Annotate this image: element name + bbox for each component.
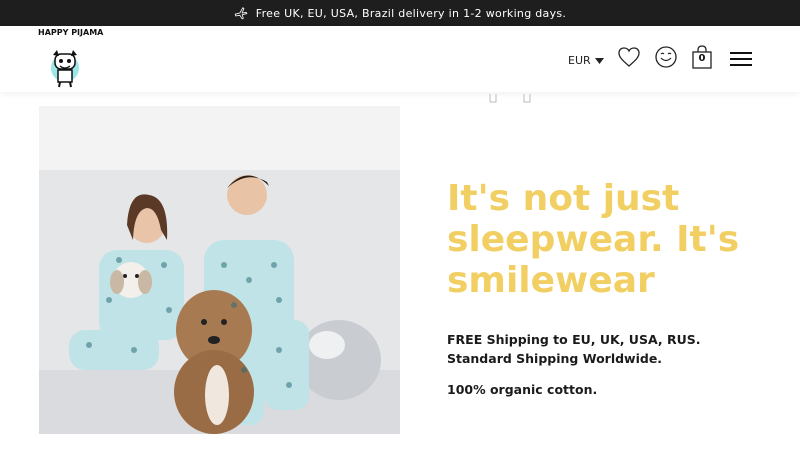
material-info: 100% organic cotton.: [447, 382, 598, 397]
hero-photo: [39, 170, 400, 434]
hero-photo-illustration: [39, 170, 400, 434]
smiley-icon: [655, 46, 677, 68]
currency-selector[interactable]: EUR: [568, 54, 604, 67]
cart-count: 0: [698, 53, 706, 64]
heart-icon: [618, 47, 640, 67]
airplane-icon: [234, 7, 248, 20]
decorative-marks: [489, 94, 531, 103]
logo[interactable]: [38, 34, 100, 90]
announcement-bar: Free UK, EU, USA, Brazil delivery in 1-2…: [0, 0, 800, 26]
site-header: HAPPY PIJAMA EUR 0: [0, 26, 800, 92]
currency-label: EUR: [568, 54, 591, 67]
logo-text: HAPPY PIJAMA: [38, 28, 104, 37]
shipping-info: FREE Shipping to EU, UK, USA, RUS. Stand…: [447, 332, 701, 366]
cart-button[interactable]: 0: [691, 45, 713, 69]
caret-down-icon: [594, 57, 604, 64]
hero-headline: It's not just sleepwear. It's smilewear: [447, 178, 740, 301]
menu-button[interactable]: [730, 51, 752, 67]
announcement-text: Free UK, EU, USA, Brazil delivery in 1-2…: [255, 6, 567, 20]
wishlist-button[interactable]: [617, 45, 641, 69]
hero-image-top: [39, 106, 400, 170]
account-button[interactable]: [654, 45, 678, 69]
hamburger-menu-icon: [730, 52, 752, 66]
logo-mascot-icon: [51, 50, 79, 88]
